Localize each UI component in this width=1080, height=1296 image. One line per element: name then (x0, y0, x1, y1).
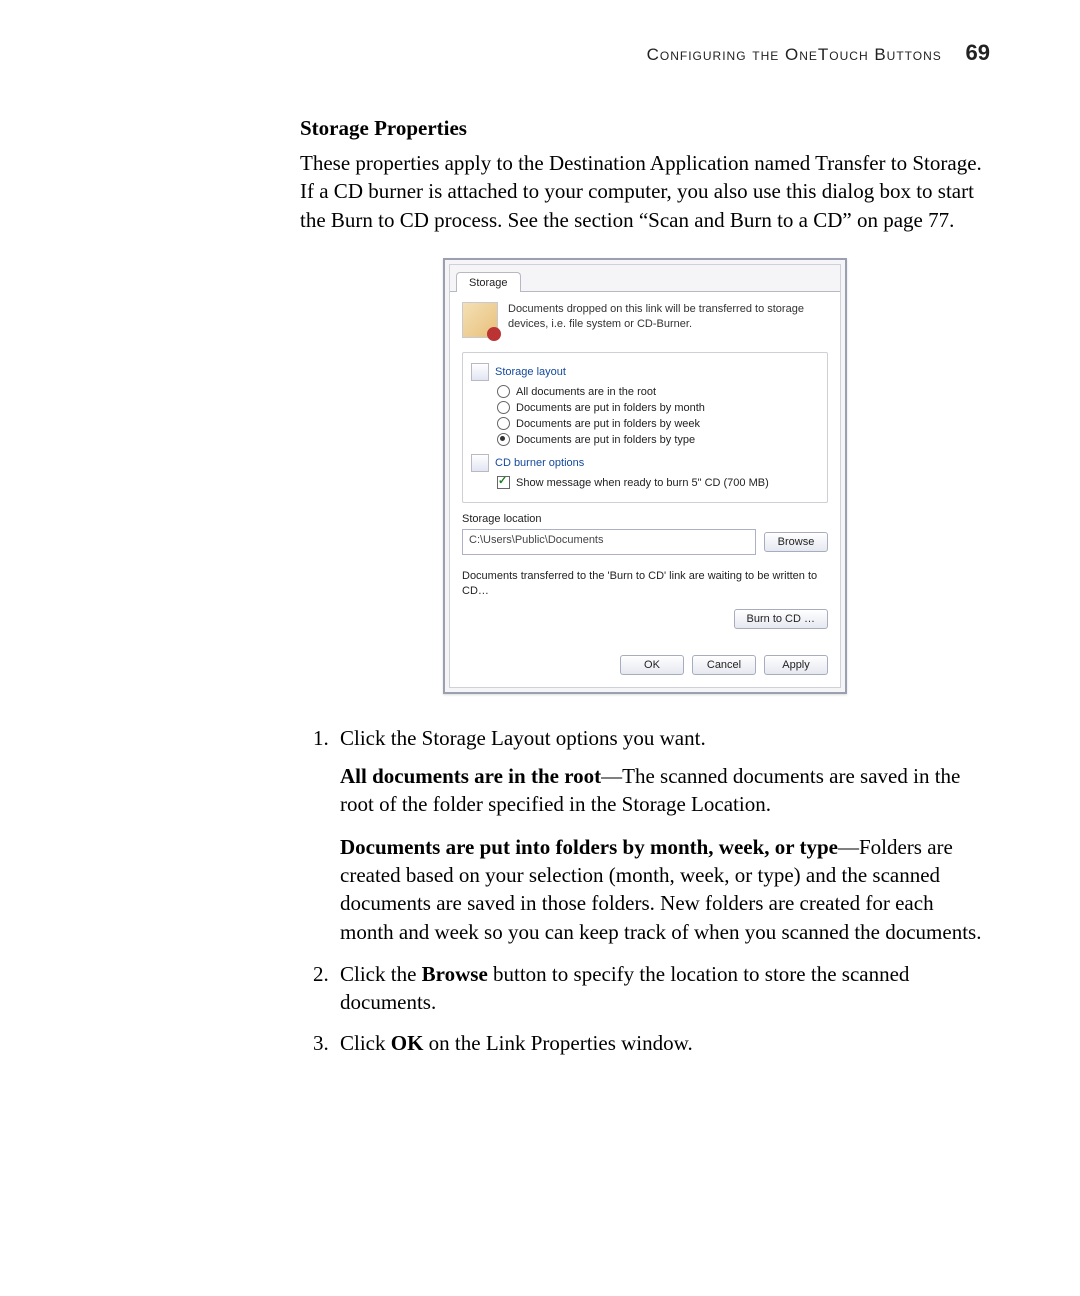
storage-location-input[interactable]: C:\Users\Public\Documents (462, 529, 756, 555)
running-header: Configuring the OneTouch Buttons 69 (300, 40, 990, 66)
ok-button[interactable]: OK (620, 655, 684, 675)
storage-destination-icon (462, 302, 498, 338)
option-by-month-label: Documents are put in folders by month (516, 402, 705, 414)
step-2-bold: Browse (422, 962, 488, 986)
burn-to-cd-button[interactable]: Burn to CD … (734, 609, 828, 629)
running-head-text: Configuring the OneTouch Buttons (647, 45, 942, 64)
cd-show-message-option[interactable]: Show message when ready to burn 5" CD (7… (497, 476, 819, 489)
radio-icon (497, 417, 510, 430)
dialog-screenshot: Storage Documents dropped on this link w… (300, 258, 990, 694)
cd-show-message-label: Show message when ready to burn 5" CD (7… (516, 477, 769, 489)
option-by-month[interactable]: Documents are put in folders by month (497, 401, 819, 414)
option-by-type[interactable]: Documents are put in folders by type (497, 433, 819, 446)
dialog-button-bar: OK Cancel Apply (450, 645, 840, 687)
radio-icon (497, 433, 510, 446)
step-1-para-2: Documents are put into folders by month,… (340, 833, 990, 946)
section-title: Storage Properties (300, 116, 990, 141)
storage-properties-dialog: Storage Documents dropped on this link w… (443, 258, 847, 694)
step-3-post: on the Link Properties window. (423, 1031, 692, 1055)
option-by-week[interactable]: Documents are put in folders by week (497, 417, 819, 430)
storage-location-label: Storage location (462, 513, 828, 525)
dialog-intro-text: Documents dropped on this link will be t… (508, 302, 828, 338)
storage-layout-title: Storage layout (471, 363, 819, 381)
cancel-button[interactable]: Cancel (692, 655, 756, 675)
step-2: Click the Browse button to specify the l… (334, 960, 990, 1017)
folder-layout-icon (471, 363, 489, 381)
radio-icon (497, 385, 510, 398)
option-by-type-label: Documents are put in folders by type (516, 434, 695, 446)
step-1-text: Click the Storage Layout options you wan… (340, 726, 706, 750)
step-1-para-1: All documents are in the root—The scanne… (340, 762, 990, 819)
section-intro: These properties apply to the Destinatio… (300, 149, 990, 234)
options-group: Storage layout All documents are in the … (462, 352, 828, 503)
radio-icon (497, 401, 510, 414)
browse-button[interactable]: Browse (764, 532, 828, 552)
step-3-bold: OK (391, 1031, 424, 1055)
tab-storage[interactable]: Storage (456, 272, 521, 292)
option-root-label: All documents are in the root (516, 386, 656, 398)
option-by-week-label: Documents are put in folders by week (516, 418, 700, 430)
step-2-pre: Click the (340, 962, 422, 986)
tab-strip: Storage (450, 265, 840, 292)
storage-layout-label: Storage layout (495, 366, 566, 378)
step-1-p1-lead: All documents are in the root (340, 764, 601, 788)
page-number: 69 (966, 40, 990, 65)
step-3: Click OK on the Link Properties window. (334, 1029, 990, 1057)
burn-hint-text: Documents transferred to the 'Burn to CD… (462, 569, 828, 599)
step-1: Click the Storage Layout options you wan… (334, 724, 990, 946)
apply-button[interactable]: Apply (764, 655, 828, 675)
cd-burner-icon (471, 454, 489, 472)
checkbox-icon (497, 476, 510, 489)
steps-list: Click the Storage Layout options you wan… (300, 724, 990, 1057)
option-root[interactable]: All documents are in the root (497, 385, 819, 398)
step-3-pre: Click (340, 1031, 391, 1055)
cd-burner-title: CD burner options (471, 454, 819, 472)
cd-burner-label: CD burner options (495, 457, 584, 469)
step-1-p2-lead: Documents are put into folders by month,… (340, 835, 838, 859)
